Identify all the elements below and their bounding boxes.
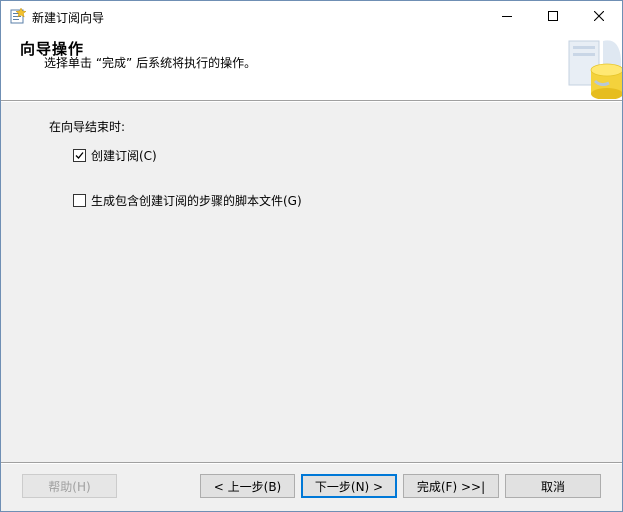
create-subscription-option[interactable]: 创建订阅(C): [73, 147, 157, 164]
on-finish-label: 在向导结束时:: [49, 120, 126, 134]
create-subscription-checkbox[interactable]: [73, 149, 86, 162]
next-button[interactable]: 下一步(N) >: [301, 474, 397, 498]
app-icon: [10, 7, 27, 24]
finish-button[interactable]: 完成(F) >>|: [403, 474, 499, 498]
maximize-icon: [548, 11, 558, 21]
help-button[interactable]: 帮助(H): [22, 474, 117, 498]
cancel-button[interactable]: 取消: [505, 474, 601, 498]
footer-divider-highlight: [1, 463, 622, 464]
generate-script-label[interactable]: 生成包含创建订阅的步骤的脚本文件(G): [91, 192, 302, 209]
back-button[interactable]: < 上一步(B): [200, 474, 295, 498]
generate-script-option[interactable]: 生成包含创建订阅的步骤的脚本文件(G): [73, 192, 302, 209]
close-button[interactable]: [576, 1, 622, 31]
close-icon: [594, 11, 604, 21]
page-subtitle: 选择单击 “完成” 后系统将执行的操作。: [44, 56, 257, 70]
create-subscription-label[interactable]: 创建订阅(C): [91, 147, 157, 164]
maximize-button[interactable]: [530, 1, 576, 31]
minimize-button[interactable]: [484, 1, 530, 31]
wizard-window: 新建订阅向导 向导操作 选择单击 “完成” 后系统将执行的操作。 在向导结束时:…: [0, 0, 623, 512]
minimize-icon: [502, 16, 512, 17]
generate-script-checkbox[interactable]: [73, 194, 86, 207]
wizard-header: 向导操作 选择单击 “完成” 后系统将执行的操作。: [1, 31, 622, 100]
window-title: 新建订阅向导: [32, 11, 105, 25]
title-bar[interactable]: 新建订阅向导: [1, 1, 622, 31]
header-divider-highlight: [1, 101, 622, 102]
database-wizard-graphic: [567, 37, 622, 100]
checkmark-icon: [75, 152, 84, 159]
